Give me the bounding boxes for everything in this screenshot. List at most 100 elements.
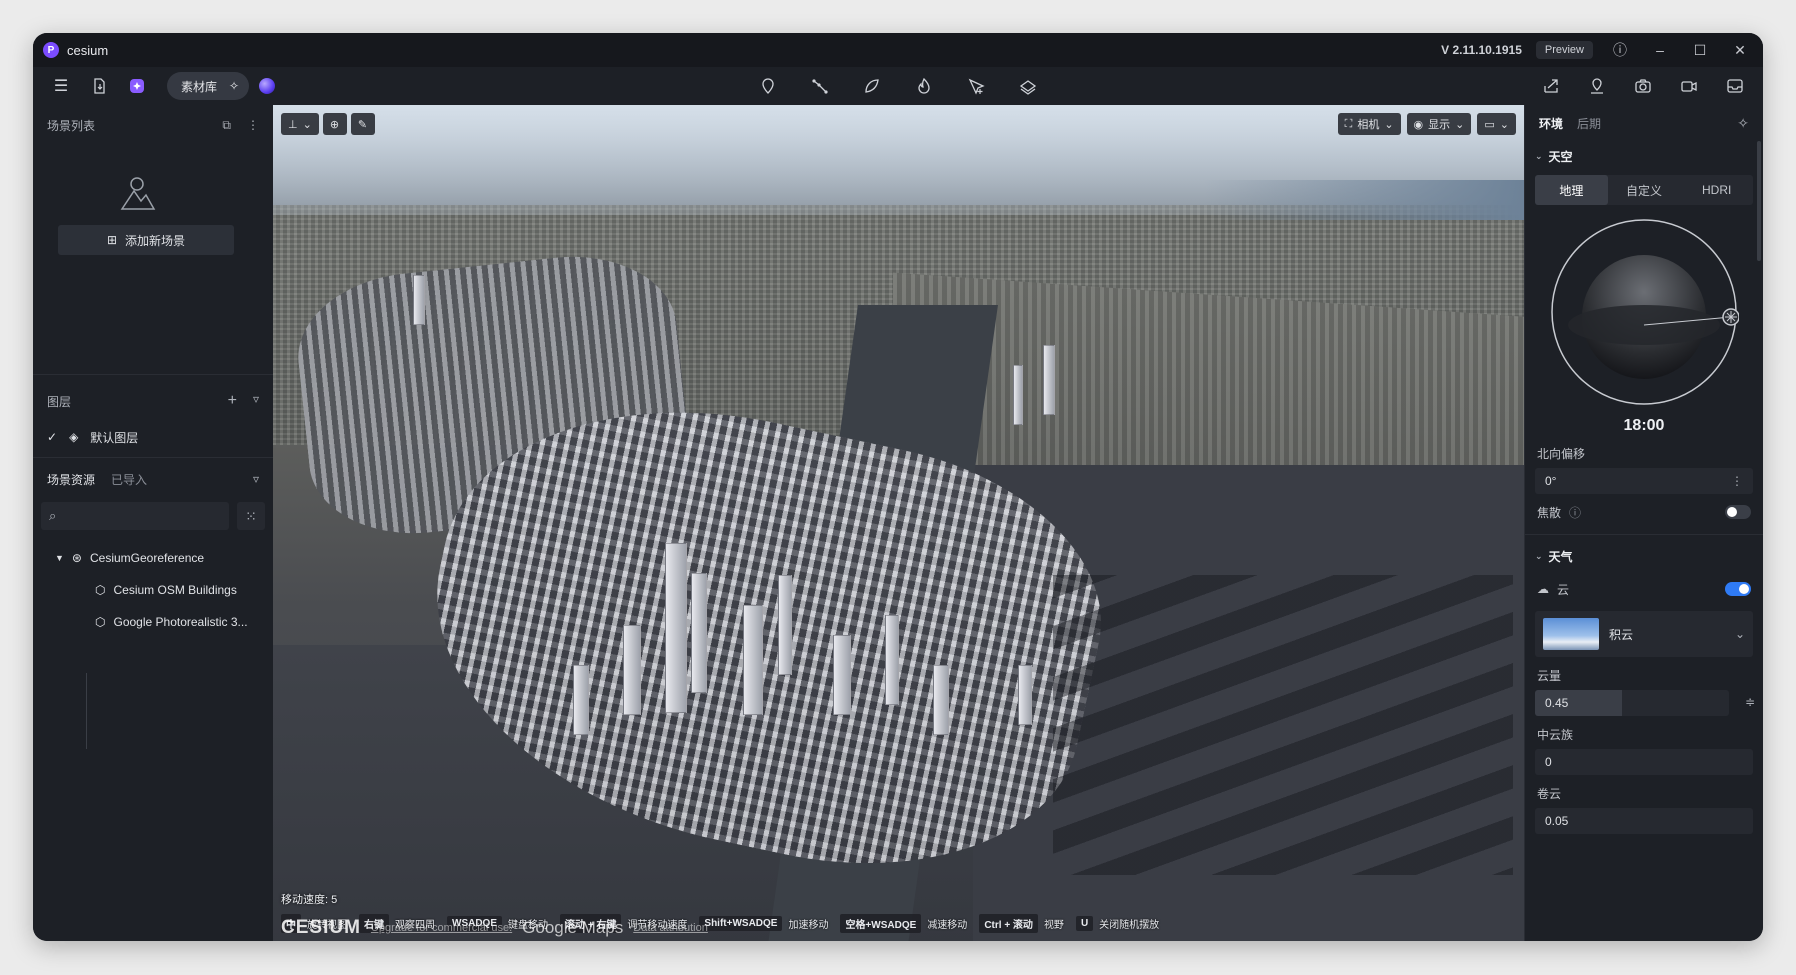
tower [833,635,851,715]
screen-menu-button[interactable]: ▭ ⌄ [1477,113,1516,135]
location-icon[interactable] [1583,72,1611,100]
sky-mode-custom[interactable]: 自定义 [1608,175,1681,205]
north-offset-value: 0° [1545,474,1557,488]
tune-icon[interactable]: ≑ [1745,695,1755,709]
cloud-amount-slider[interactable]: 0.45 [1535,690,1729,716]
collapse-layers-icon[interactable]: ▿ [253,392,259,410]
app-window: P cesium V 2.11.10.1915 Preview ⓘ – ☐ ✕ … [33,33,1763,941]
camera-menu-button[interactable]: ⛶ 相机 ⌄ [1337,113,1401,135]
select-add-icon[interactable] [962,72,990,100]
grid-view-icon[interactable]: ⁙ [237,502,265,530]
globe-button[interactable]: ⊕ [322,113,347,135]
video-icon[interactable] [1675,72,1703,100]
tower [573,665,589,735]
tab-post-process[interactable]: 后期 [1577,115,1601,132]
mid-cloud-input[interactable]: 0 [1535,749,1753,775]
pen-tool-button[interactable]: ✎ [350,113,375,135]
globe-icon: ⊕ [329,118,340,131]
tower [691,573,707,693]
right-panel-scrollbar[interactable] [1757,141,1761,261]
terrain-layer-icon[interactable] [1014,72,1042,100]
display-menu-button[interactable]: ◉ 显示 ⌄ [1406,113,1472,135]
shortcut-key: 空格+WSADQE [840,914,922,933]
main-toolbar: ☰ 素材库 ✧ [33,67,1763,105]
expand-arrow-icon[interactable]: ▼ [55,553,64,563]
layers-title: 图层 [47,394,72,409]
sky-group-header[interactable]: ⌄ 天空 [1525,141,1763,171]
check-icon[interactable]: ✓ [47,430,57,444]
inbox-icon[interactable] [1721,72,1749,100]
tower [933,665,949,735]
file-icon[interactable] [85,72,113,100]
ai-assistant-icon[interactable] [123,72,151,100]
shortcut-key: 滚动 + 右键 [560,914,622,933]
cloud-amount-wrapper: 0.45 ≑ [1525,690,1755,716]
more-icon[interactable]: ⋮ [247,118,259,133]
polygon-icon[interactable] [858,72,886,100]
weather-title: 天气 [1548,549,1573,564]
orb-icon[interactable] [259,78,276,94]
building-shadows [1053,575,1513,875]
chevron-down-icon: ⌄ [1455,118,1465,131]
time-of-day-label: 18:00 [1623,417,1665,434]
maximize-icon[interactable]: ☐ [1687,42,1713,59]
tower [623,625,641,715]
caustics-toggle[interactable] [1725,505,1751,519]
share-export-icon[interactable] [1537,72,1565,100]
add-scene-button[interactable]: ⊞ 添加新场景 [58,225,234,255]
sun-position-dial[interactable] [1549,217,1740,407]
tab-scene-assets[interactable]: 场景资源 [47,471,95,488]
shortcut-key: Ctrl + 滚动 [979,914,1038,933]
tab-imported[interactable]: 已导入 [111,471,147,488]
cloud-type-select[interactable]: 积云 ⌄ [1535,611,1753,657]
chevron-down-icon: ⌄ [1734,627,1745,641]
tower [1018,665,1032,725]
layer-item-default[interactable]: ✓ ◈ 默认图层 [33,421,273,453]
tree-item-label: Google Photorealistic 3... [113,615,248,629]
tree-item-osm-buildings[interactable]: ⬡ Cesium OSM Buildings [33,574,273,606]
cirrus-input[interactable]: 0.05 [1535,808,1753,834]
particle-fire-icon[interactable] [910,72,938,100]
more-icon[interactable]: ⋮ [1731,474,1743,488]
help-icon[interactable]: ⓘ [1607,40,1633,60]
asset-search-input[interactable]: ⌕ [41,502,229,530]
new-window-icon[interactable]: ⧉ [222,118,231,133]
sky-mode-geo[interactable]: 地理 [1535,175,1608,205]
add-layer-icon[interactable]: + [228,392,237,410]
menu-icon[interactable]: ☰ [47,72,75,100]
north-offset-input[interactable]: 0° ⋮ [1535,468,1753,494]
polyline-icon[interactable] [806,72,834,100]
preview-button[interactable]: Preview [1535,41,1593,59]
shortcut-hints: 中 旋转视图 右键 观察四周 WSADQE 键盘移动 滚动 + 右键 调节移动速… [281,914,1165,933]
tileset-cube-icon: ⬡ [95,615,106,629]
tree-item-label: Cesium OSM Buildings [113,583,237,597]
weather-group-header[interactable]: ⌄ 天气 [1525,541,1763,571]
library-button[interactable]: 素材库 ✧ [167,72,250,100]
tree-item-google-3d[interactable]: ⬡ Google Photorealistic 3... [33,606,273,638]
caustics-label: 焦散 [1537,505,1562,520]
sky-mode-hdri[interactable]: HDRI [1680,175,1753,205]
viewport-tools-right: ⛶ 相机 ⌄ ◉ 显示 ⌄ ▭ ⌄ [1337,113,1516,135]
cloud-toggle[interactable] [1725,582,1751,596]
close-icon[interactable]: ✕ [1727,42,1753,59]
app-title: cesium [67,42,109,58]
help-icon[interactable]: ⓘ [1569,504,1581,521]
transform-gizmo-button[interactable]: ⊥ ⌄ [281,113,319,135]
minimize-icon[interactable]: – [1647,42,1673,58]
asset-tree: ▼ ⊛ CesiumGeoreference ⬡ Cesium OSM Buil… [33,542,273,638]
sparkle-icon[interactable]: ✧ [1737,115,1749,132]
3d-viewport[interactable]: ⊥ ⌄ ⊕ ✎ ⛶ 相机 ⌄ ◉ 显示 ⌄ ▭ ⌄ 移动速度: 5 中 旋转视图… [273,105,1524,941]
tree-item-georeference[interactable]: ▼ ⊛ CesiumGeoreference [33,542,273,574]
cloud-icon: ☁ [1537,582,1549,596]
scene-list-title: 场景列表 [47,118,96,133]
pen-icon: ✎ [357,118,368,131]
right-panel: 环境 后期 ✧ ⌄ 天空 地理 自定义 HDRI 18:00 北向偏移 0° ⋮… [1524,105,1763,941]
collapse-assets-icon[interactable]: ▿ [253,472,259,486]
marker-pin-icon[interactable] [754,72,782,100]
camera-icon[interactable] [1629,72,1657,100]
tower [413,275,425,325]
layer-stack-icon: ◈ [69,430,79,444]
title-bar: P cesium V 2.11.10.1915 Preview ⓘ – ☐ ✕ [33,33,1763,67]
tab-environment[interactable]: 环境 [1539,115,1563,132]
eye-icon: ◉ [1413,118,1424,131]
